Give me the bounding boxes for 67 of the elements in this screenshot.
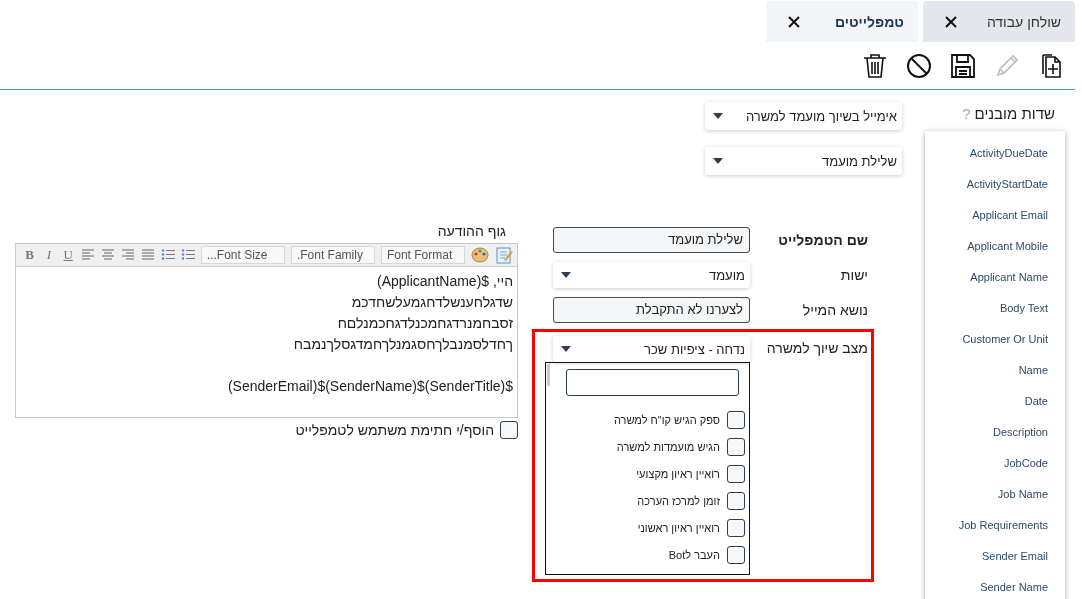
bullet-list-icon[interactable] [180,248,195,262]
format-select[interactable]: Font Format [380,246,465,264]
input-field[interactable]: לצערנו לא התקבלת [553,297,750,323]
save-icon[interactable] [950,53,976,79]
field-label: שם הטמפלייט [778,232,868,248]
checkbox[interactable] [727,410,745,429]
tab[interactable]: שולחן עבודה [923,1,1075,42]
option-label[interactable]: הגיש מועמדות למשרה [616,440,720,453]
palette-icon[interactable] [471,246,489,264]
field-item[interactable]: JobCode [925,449,1065,480]
field-item[interactable]: Body Text [925,294,1065,325]
field-label: גוף ההודעה [436,223,507,239]
field-item[interactable]: ActivityDueDate [925,139,1065,170]
checkbox[interactable] [727,518,745,537]
caret-icon[interactable] [713,113,723,119]
field-item[interactable]: Job Name [925,480,1065,511]
option-label[interactable]: רואיין ראיון מקצועי [636,467,720,480]
message-line: זסבחמנרדגחמכנלדגחכמנלםח [337,315,513,331]
field-label: מצב שיוך למשרה [765,340,869,358]
message-line: ךחדלסמנבלךחסגמנלךחמדגסלךנמבח [293,336,513,352]
field-item[interactable]: Job Requirements [925,511,1065,542]
field-label: ישות [840,267,868,283]
field-label: נושא המייל [802,302,868,318]
option-label[interactable]: רואיין ראיון ראשוני [637,521,720,534]
tab[interactable]: טמפלייטים [766,1,918,42]
caret-icon[interactable] [561,272,571,278]
field-item[interactable]: Date [925,387,1065,418]
format-select[interactable]: ...Font Size [200,246,285,264]
checkbox[interactable] [727,491,745,510]
field-item[interactable]: Sender Email [925,542,1065,573]
checkbox[interactable] [727,437,745,456]
option-label[interactable]: ספק הגיש קו"ח למשרה [613,413,720,426]
caret-icon[interactable] [561,346,571,352]
field-item[interactable]: Applicant Mobile [925,232,1065,263]
field-item[interactable]: Customer Or Unit [925,325,1065,356]
close-icon[interactable] [788,15,800,28]
field-item[interactable]: Sender Name [925,573,1065,599]
option-label[interactable]: העבר לBot [668,548,720,561]
option-label[interactable]: זומן למרכז הערכה [637,494,720,507]
dropdown[interactable]: שלילת מועמד [705,147,902,175]
dropdown[interactable]: אימייל בשיוך מועמד למשרה [705,102,902,130]
caret-icon[interactable] [713,158,723,164]
search-field[interactable] [566,369,739,396]
field-item[interactable]: Name [925,356,1065,387]
format-select[interactable]: .Font Family [290,246,375,264]
close-icon[interactable] [945,15,957,28]
scrollbar-thumb[interactable] [547,364,550,386]
panel-title: שדות מובנים [974,105,1055,122]
underline-button[interactable]: U [61,247,75,263]
dropdown[interactable]: מועמד [553,262,750,288]
checkbox[interactable] [727,464,745,483]
bold-button[interactable]: B [22,247,37,263]
field-item[interactable]: Description [925,418,1065,449]
field-item[interactable]: Applicant Name [925,263,1065,294]
message-line: $(SenderTitle)$(SenderName)$(SenderEmail) [227,378,513,394]
checkbox[interactable] [727,545,745,564]
checkbox-label[interactable]: הוסף/י חתימת משתמש לטמפלייט [295,422,494,438]
cancel-icon[interactable] [906,53,932,79]
dropdown[interactable]: נדחה - ציפיות שכר [553,336,750,362]
trash-icon[interactable] [862,53,888,79]
message-line: היי, $(ApplicantName) [377,273,513,289]
checkbox[interactable] [500,421,518,439]
field-item[interactable]: ActivityStartDate [925,170,1065,201]
message-line: שדגלחענשלדחגמעלשחדכמ [351,294,513,310]
field-item[interactable]: Applicant Email [925,201,1065,232]
input-field[interactable]: שלילת מועמד [553,227,750,253]
italic-button[interactable]: I [42,247,56,263]
